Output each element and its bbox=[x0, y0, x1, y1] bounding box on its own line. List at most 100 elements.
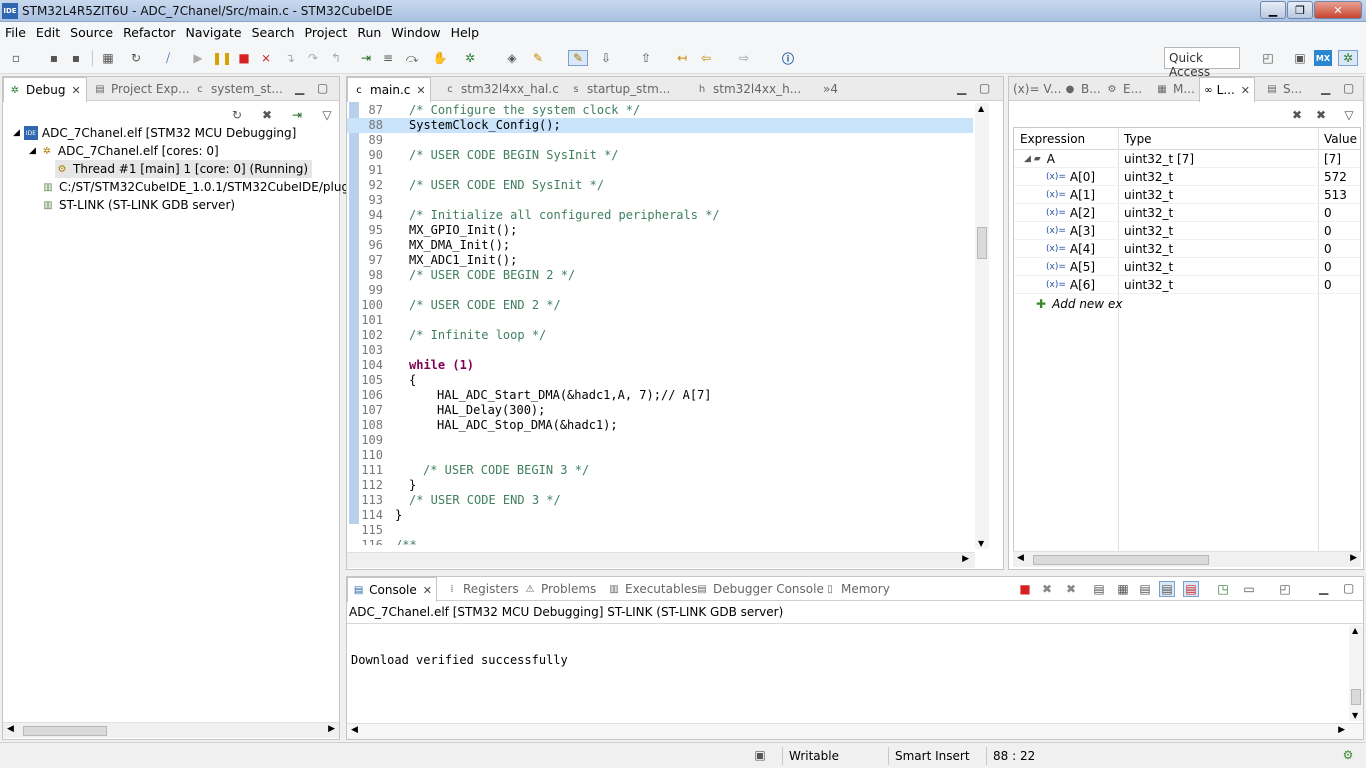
column-type[interactable]: Type bbox=[1124, 130, 1152, 148]
code-line[interactable]: 106 HAL_ADC_Start_DMA(&hadc1,A, 7);// A[7… bbox=[347, 388, 973, 403]
new-icon[interactable]: ▫ bbox=[8, 50, 24, 66]
code-line[interactable]: 88 SystemClock_Config(); bbox=[347, 118, 973, 133]
tab-console[interactable]: ▤ Console ✕ bbox=[347, 577, 437, 602]
code-line[interactable]: 107 HAL_Delay(300); bbox=[347, 403, 973, 418]
expression-value[interactable]: 513 bbox=[1324, 186, 1347, 204]
minimize-icon[interactable]: ▁ bbox=[1319, 581, 1328, 595]
code-line[interactable]: 110 bbox=[347, 448, 973, 463]
maximize-icon[interactable]: ▢ bbox=[1343, 81, 1354, 95]
code-line[interactable]: 115 bbox=[347, 523, 973, 538]
tab-live-expressions[interactable]: ∞ L... ✕ bbox=[1199, 77, 1255, 102]
maximize-icon[interactable]: ▢ bbox=[1343, 581, 1354, 595]
external-tools-icon[interactable]: ✎ bbox=[530, 50, 546, 66]
code-line[interactable]: 91 bbox=[347, 163, 973, 178]
code-line[interactable]: 100 /* USER CODE END 2 */ bbox=[347, 298, 973, 313]
menu-run[interactable]: Run bbox=[352, 25, 386, 40]
tab-sfr[interactable]: ▤ S... bbox=[1261, 77, 1306, 101]
code-line[interactable]: 109 bbox=[347, 433, 973, 448]
code-line[interactable]: 98 /* USER CODE BEGIN 2 */ bbox=[347, 268, 973, 283]
step-into-icon[interactable]: ↴ bbox=[282, 50, 298, 66]
tab-hal-c[interactable]: c stm32l4xx_hal.c bbox=[439, 77, 563, 101]
quick-access-field[interactable]: Quick Access bbox=[1164, 47, 1240, 79]
disconnect-icon[interactable]: ⨯ bbox=[258, 50, 274, 66]
editor-vscrollbar[interactable]: ▲ ▼ bbox=[975, 103, 989, 549]
tab-debug[interactable]: ✲ Debug ✕ bbox=[3, 77, 87, 102]
expression-value[interactable]: 572 bbox=[1324, 168, 1347, 186]
code-line[interactable]: 89 bbox=[347, 133, 973, 148]
expression-row-element[interactable]: (x)= A[4] uint32_t 0 bbox=[1014, 240, 1360, 258]
drop-frame-icon[interactable]: ≡ bbox=[380, 50, 396, 66]
tab-expressions[interactable]: ⚙ E... bbox=[1101, 77, 1146, 101]
last-edit-location-icon[interactable]: ↤ bbox=[674, 50, 690, 66]
code-line[interactable]: 112} bbox=[347, 478, 973, 493]
code-line[interactable]: 101 bbox=[347, 313, 973, 328]
mx-perspective-icon[interactable]: MX bbox=[1314, 50, 1332, 66]
pin-console-icon[interactable]: ◳ bbox=[1215, 581, 1231, 597]
forward-icon[interactable]: ⇨ bbox=[736, 50, 752, 66]
code-line[interactable]: 108 HAL_ADC_Stop_DMA(&hadc1); bbox=[347, 418, 973, 433]
minimize-icon[interactable]: ▁ bbox=[1321, 81, 1330, 95]
expression-value[interactable]: 0 bbox=[1324, 276, 1332, 294]
editor-hscrollbar[interactable]: ▶ bbox=[347, 552, 975, 568]
code-area[interactable]: 87 /* Configure the system clock */ 88 Syst… bbox=[347, 103, 973, 545]
expression-row-array[interactable]: ◢ ▰ A uint32_t [7] [7] bbox=[1014, 150, 1360, 168]
code-line[interactable]: 99 bbox=[347, 283, 973, 298]
remove-all-terminated-icon[interactable]: ✖ bbox=[259, 107, 275, 123]
build-icon[interactable]: ▦ bbox=[100, 50, 116, 66]
tab-overflow[interactable]: »4 bbox=[819, 77, 842, 101]
code-line[interactable]: 113 /* USER CODE END 3 */ bbox=[347, 493, 973, 508]
console-output[interactable]: Download verified successfully bbox=[351, 653, 568, 667]
view-menu-icon[interactable]: ▽ bbox=[1341, 107, 1357, 123]
expression-value[interactable]: 0 bbox=[1324, 204, 1332, 222]
console-vscrollbar[interactable]: ▲ ▼ bbox=[1349, 625, 1363, 721]
close-icon[interactable]: ✕ bbox=[416, 84, 425, 97]
step-mode-icon[interactable]: ⇥ bbox=[289, 107, 305, 123]
tab-problems[interactable]: ⚠ Problems bbox=[519, 577, 600, 601]
next-annotation-icon[interactable]: ⇩ bbox=[598, 50, 614, 66]
menu-window[interactable]: Window bbox=[386, 25, 445, 40]
maximize-icon[interactable]: ▢ bbox=[317, 81, 328, 95]
maximize-icon[interactable]: ▢ bbox=[979, 81, 990, 95]
maximize-button[interactable]: ❐ bbox=[1287, 1, 1313, 19]
open-perspective-right-icon[interactable]: ◰ bbox=[1260, 50, 1276, 66]
close-icon[interactable]: ✕ bbox=[423, 584, 432, 597]
remove-launch-icon[interactable]: ✖ bbox=[1039, 581, 1055, 597]
code-line[interactable]: 95 MX_GPIO_Init(); bbox=[347, 223, 973, 238]
expression-value[interactable]: [7] bbox=[1324, 150, 1341, 168]
remove-all-expressions-icon[interactable]: ✖ bbox=[1313, 107, 1329, 123]
close-icon[interactable]: ✕ bbox=[71, 84, 80, 97]
info-icon[interactable]: ⓘ bbox=[780, 50, 796, 66]
code-line[interactable]: 103 bbox=[347, 343, 973, 358]
skip-breakpoints-icon[interactable]: ↻ bbox=[128, 50, 144, 66]
step-return-icon[interactable]: ↰ bbox=[328, 50, 344, 66]
terminate-icon[interactable]: ■ bbox=[236, 50, 252, 66]
view-menu-icon[interactable]: ▽ bbox=[319, 107, 335, 123]
expression-row-element[interactable]: (x)= A[5] uint32_t 0 bbox=[1014, 258, 1360, 276]
expression-row-element[interactable]: (x)= A[6] uint32_t 0 bbox=[1014, 276, 1360, 294]
tab-memory[interactable]: ▯ Memory bbox=[819, 577, 894, 601]
code-line[interactable]: 94 /* Initialize all configured periphera… bbox=[347, 208, 973, 223]
code-line[interactable]: 92 /* USER CODE END SysInit */ bbox=[347, 178, 973, 193]
menu-navigate[interactable]: Navigate bbox=[181, 25, 247, 40]
menu-search[interactable]: Search bbox=[247, 25, 300, 40]
menu-source[interactable]: Source bbox=[65, 25, 118, 40]
column-expression[interactable]: Expression bbox=[1020, 130, 1085, 148]
debug-perspective-icon[interactable]: ✲ bbox=[1338, 50, 1358, 66]
code-line[interactable]: 90 /* USER CODE BEGIN SysInit */ bbox=[347, 148, 973, 163]
minimize-icon[interactable]: ▁ bbox=[957, 81, 966, 95]
instruction-stepping-icon[interactable]: ⇥ bbox=[358, 50, 374, 66]
close-icon[interactable]: ✕ bbox=[1241, 84, 1250, 97]
menu-refactor[interactable]: Refactor bbox=[118, 25, 180, 40]
show-on-error-icon[interactable]: ▤ bbox=[1183, 581, 1199, 597]
remove-expression-icon[interactable]: ✖ bbox=[1289, 107, 1305, 123]
minimize-icon[interactable]: ▁ bbox=[295, 81, 304, 95]
tab-variables[interactable]: (x)= V... bbox=[1009, 77, 1065, 101]
menu-help[interactable]: Help bbox=[446, 25, 485, 40]
restart-icon[interactable]: ⤼ bbox=[404, 50, 420, 66]
tab-system-file[interactable]: c system_st... bbox=[189, 77, 287, 101]
word-wrap-icon[interactable]: ▤ bbox=[1137, 581, 1153, 597]
code-line[interactable]: 105 { bbox=[347, 373, 973, 388]
show-on-output-icon[interactable]: ▤ bbox=[1159, 581, 1175, 597]
open-perspective-icon[interactable]: ◈ bbox=[504, 50, 520, 66]
menu-edit[interactable]: Edit bbox=[31, 25, 65, 40]
